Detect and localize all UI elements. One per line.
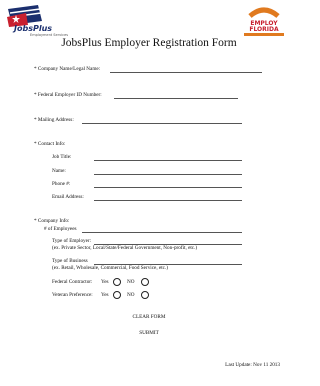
- federal-contractor-yes-radio[interactable]: [113, 278, 121, 286]
- veteran-preference-label: Veteran Preference:: [52, 292, 93, 298]
- email-label: Email Address:: [52, 194, 84, 200]
- email-input[interactable]: [94, 200, 242, 201]
- job-title-input[interactable]: [94, 160, 242, 161]
- name-label: Name:: [52, 168, 66, 174]
- submit-button[interactable]: SUBMIT: [0, 330, 298, 336]
- svg-text:FLORIDA: FLORIDA: [249, 26, 279, 33]
- phone-label: Phone #:: [52, 181, 71, 187]
- federal-id-input[interactable]: [114, 98, 238, 99]
- clear-form-button[interactable]: CLEAR FORM: [0, 314, 298, 320]
- registration-form-page: JobsPlus Employment Services EMPLOY FLOR…: [0, 0, 298, 386]
- veteran-preference-yes-label: Yes: [101, 292, 109, 298]
- job-title-label: Job Title:: [52, 154, 72, 160]
- veteran-preference-no-radio[interactable]: [141, 291, 149, 299]
- employees-input[interactable]: [82, 232, 242, 233]
- type-employer-label: Type of Employer:: [52, 238, 92, 244]
- contact-info-label: * Contact Info:: [34, 141, 66, 147]
- type-employer-hint: (ex. Private Sector, Local/State/Federal…: [52, 245, 198, 251]
- federal-contractor-no-radio[interactable]: [141, 278, 149, 286]
- company-name-label: * Company Name/Legal Name:: [34, 66, 101, 72]
- last-update-text: Last Update: Nov 11 2013: [225, 362, 280, 368]
- page-title: JobsPlus Employer Registration Form: [61, 37, 237, 49]
- federal-contractor-label: Federal Contractor:: [52, 279, 93, 285]
- federal-contractor-no-label: NO: [127, 279, 135, 285]
- veteran-preference-yes-radio[interactable]: [113, 291, 121, 299]
- jobsplus-logo-text: JobsPlus: [14, 24, 53, 33]
- employ-florida-logo: EMPLOY FLORIDA: [244, 7, 284, 36]
- veteran-preference-no-label: NO: [127, 292, 135, 298]
- type-business-label: Type of Business: [52, 258, 88, 264]
- federal-id-label: * Federal Employer ID Number:: [34, 92, 102, 98]
- company-info-label: * Company Info:: [34, 218, 70, 224]
- type-business-hint: (ex. Retail, Wholesale, Commercial, Food…: [52, 265, 169, 271]
- mailing-address-label: * Mailing Address:: [34, 117, 74, 123]
- company-name-input[interactable]: [110, 72, 262, 73]
- employees-label: # of Employees: [44, 226, 77, 232]
- phone-input[interactable]: [94, 187, 242, 188]
- federal-contractor-yes-label: Yes: [101, 279, 109, 285]
- mailing-address-input[interactable]: [82, 123, 242, 124]
- name-input[interactable]: [94, 174, 242, 175]
